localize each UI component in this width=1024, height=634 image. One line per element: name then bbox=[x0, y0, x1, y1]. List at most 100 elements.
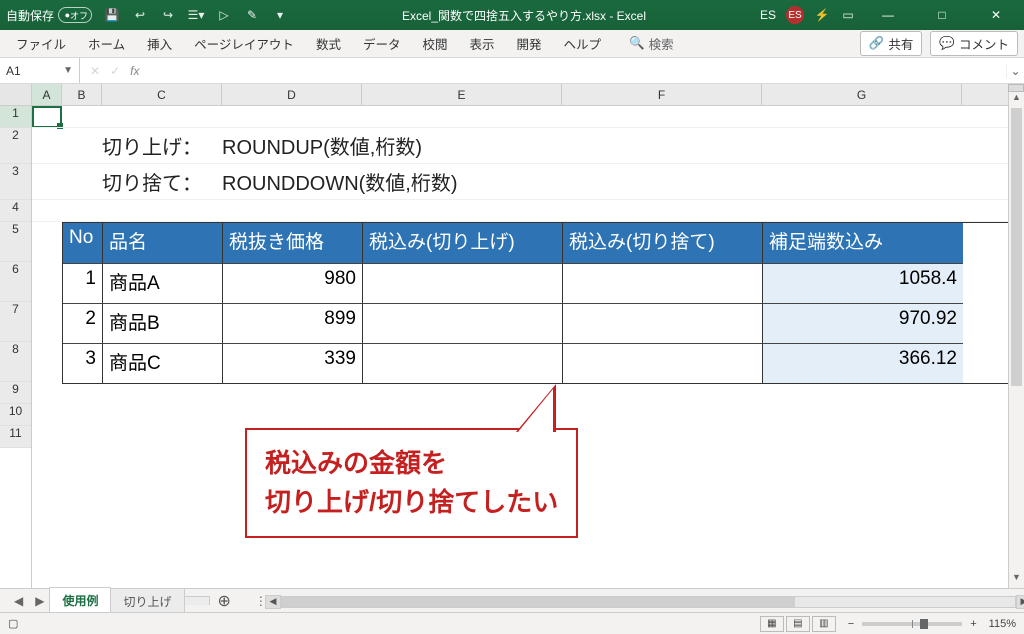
name-box[interactable]: A1 ▼ bbox=[0, 58, 80, 83]
user-avatar[interactable]: ES bbox=[786, 6, 804, 24]
tab-home[interactable]: ホーム bbox=[78, 30, 135, 57]
zoom-thumb[interactable] bbox=[920, 619, 928, 629]
hscroll-thumb[interactable] bbox=[282, 597, 795, 607]
vertical-scrollbar[interactable]: ▲ ▼ bbox=[1008, 84, 1024, 588]
table-header-row[interactable]: No 品名 税抜き価格 税込み(切り上げ) 税込み(切り捨て) 補足端数込み bbox=[63, 223, 1023, 263]
row-header-11[interactable]: 11 bbox=[0, 426, 31, 448]
row-header-10[interactable]: 10 bbox=[0, 404, 31, 426]
record-macro-icon[interactable]: ▢ bbox=[8, 617, 18, 630]
tab-data[interactable]: データ bbox=[353, 30, 411, 57]
horizontal-scrollbar[interactable]: ◀ ▶ bbox=[281, 594, 1016, 608]
col-header-D[interactable]: D bbox=[222, 84, 362, 106]
enter-icon[interactable]: ✓ bbox=[110, 64, 120, 78]
autosave-switch[interactable]: ● オフ bbox=[58, 7, 92, 23]
ribbon-display-icon[interactable]: ▭ bbox=[840, 7, 856, 23]
row-header-8[interactable]: 8 bbox=[0, 342, 31, 382]
row-1[interactable] bbox=[32, 106, 1024, 128]
sheet-nav-prev[interactable]: ◀ bbox=[8, 594, 29, 608]
tab-help[interactable]: ヘルプ bbox=[554, 30, 612, 57]
sheet-content: 切り上げ： ROUNDUP(数値,桁数) 切り捨て： ROUNDDOWN(数値,… bbox=[32, 106, 1024, 384]
row-header-3[interactable]: 3 bbox=[0, 164, 31, 200]
quick-access-toolbar: 💾 ↩ ↪ ☰▾ ▷ ✎ ▾ bbox=[104, 7, 288, 23]
chevron-down-icon[interactable]: ▼ bbox=[63, 65, 73, 76]
row-header-5[interactable]: 5 bbox=[0, 222, 31, 262]
row-header-1[interactable]: 1 bbox=[0, 106, 31, 128]
split-handle[interactable] bbox=[1008, 84, 1024, 92]
share-button[interactable]: 🔗 共有 bbox=[860, 31, 923, 56]
hscroll-right-button[interactable]: ▶ bbox=[1016, 595, 1024, 609]
table-row[interactable]: 2 商品B 899 970.92 bbox=[63, 303, 1023, 343]
tab-review[interactable]: 校閲 bbox=[412, 30, 457, 57]
zoom-in-button[interactable]: + bbox=[970, 618, 976, 630]
normal-view-button[interactable]: ▦ bbox=[760, 616, 784, 632]
cancel-icon[interactable]: ✕ bbox=[90, 64, 100, 78]
roundup-formula: ROUNDUP(数値,桁数) bbox=[222, 131, 422, 160]
col-header-E[interactable]: E bbox=[362, 84, 562, 106]
undo-icon[interactable]: ↩ bbox=[132, 7, 148, 23]
row-headers: 1 2 3 4 5 6 7 8 9 10 11 bbox=[0, 84, 32, 588]
maximize-button[interactable]: □ bbox=[920, 8, 964, 22]
zoom-level[interactable]: 115% bbox=[989, 618, 1016, 630]
cursor-icon[interactable]: ▷ bbox=[216, 7, 232, 23]
coming-soon-icon[interactable]: ⚡ bbox=[814, 7, 830, 23]
draw-icon[interactable]: ✎ bbox=[244, 7, 260, 23]
tab-page-layout[interactable]: ページレイアウト bbox=[184, 30, 304, 57]
column-headers: A B C D E F G bbox=[32, 84, 1024, 106]
row-header-2[interactable]: 2 bbox=[0, 128, 31, 164]
rounddown-label: 切り捨て： bbox=[102, 167, 222, 196]
col-header-G[interactable]: G bbox=[762, 84, 962, 106]
comment-button[interactable]: 💬 コメント bbox=[930, 31, 1018, 56]
add-sheet-button[interactable]: ⊕ bbox=[210, 591, 239, 611]
row-header-9[interactable]: 9 bbox=[0, 382, 31, 404]
page-break-view-button[interactable]: ▥ bbox=[812, 616, 836, 632]
tab-developer[interactable]: 開発 bbox=[507, 30, 552, 57]
select-all-triangle[interactable] bbox=[0, 84, 31, 106]
formula-input[interactable] bbox=[149, 58, 1006, 83]
table-row[interactable]: 3 商品C 339 366.12 bbox=[63, 343, 1023, 383]
table-row[interactable]: 1 商品A 980 1058.4 bbox=[63, 263, 1023, 303]
touch-mouse-mode-icon[interactable]: ☰▾ bbox=[188, 7, 204, 23]
col-header-C[interactable]: C bbox=[102, 84, 222, 106]
row-header-7[interactable]: 7 bbox=[0, 302, 31, 342]
redo-icon[interactable]: ↪ bbox=[160, 7, 176, 23]
row-4[interactable] bbox=[32, 200, 1024, 222]
scroll-thumb[interactable] bbox=[1011, 108, 1022, 386]
row-header-4[interactable]: 4 bbox=[0, 200, 31, 222]
callout-box: 税込みの金額を 切り上げ/切り捨てしたい bbox=[245, 428, 578, 538]
formula-expand-icon[interactable]: ⌄ bbox=[1006, 64, 1024, 78]
sheet-tab-partial[interactable] bbox=[184, 596, 210, 605]
col-header-A[interactable]: A bbox=[32, 84, 62, 106]
scroll-down-button[interactable]: ▼ bbox=[1009, 572, 1024, 588]
tab-file[interactable]: ファイル bbox=[6, 30, 76, 57]
tab-insert[interactable]: 挿入 bbox=[137, 30, 182, 57]
sheet-nav-next[interactable]: ▶ bbox=[29, 594, 50, 608]
hscroll-left-button[interactable]: ◀ bbox=[265, 595, 281, 609]
scroll-up-button[interactable]: ▲ bbox=[1009, 92, 1024, 108]
col-header-B[interactable]: B bbox=[62, 84, 102, 106]
formula-bar: A1 ▼ ✕ ✓ fx ⌄ bbox=[0, 58, 1024, 84]
search-box[interactable]: 🔍 検索 bbox=[629, 34, 674, 53]
sheet-tab-active[interactable]: 使用例 bbox=[49, 587, 111, 614]
qat-overflow-icon[interactable]: ▾ bbox=[272, 7, 288, 23]
zoom-slider[interactable] bbox=[862, 622, 962, 626]
minimize-button[interactable]: — bbox=[866, 8, 910, 22]
col-header-F[interactable]: F bbox=[562, 84, 762, 106]
callout-line1: 税込みの金額を bbox=[265, 444, 558, 483]
row-3[interactable]: 切り捨て： ROUNDDOWN(数値,桁数) bbox=[32, 164, 1024, 200]
sheet-tab[interactable]: 切り上げ bbox=[110, 588, 184, 614]
zoom-out-button[interactable]: − bbox=[848, 618, 854, 630]
row-2[interactable]: 切り上げ： ROUNDUP(数値,桁数) bbox=[32, 128, 1024, 164]
th-name: 品名 bbox=[103, 223, 223, 263]
scroll-track[interactable] bbox=[1009, 108, 1024, 572]
tab-view[interactable]: 表示 bbox=[459, 30, 504, 57]
autosave-toggle[interactable]: 自動保存 ● オフ bbox=[6, 7, 92, 24]
tab-formulas[interactable]: 数式 bbox=[306, 30, 351, 57]
fx-icon[interactable]: fx bbox=[130, 64, 139, 78]
save-icon[interactable]: 💾 bbox=[104, 7, 120, 23]
row-header-6[interactable]: 6 bbox=[0, 262, 31, 302]
close-button[interactable]: ✕ bbox=[974, 8, 1018, 22]
th-rounddown: 税込み(切り捨て) bbox=[563, 223, 763, 263]
page-layout-view-button[interactable]: ▤ bbox=[786, 616, 810, 632]
callout-line2: 切り上げ/切り捨てしたい bbox=[265, 483, 558, 522]
roundup-label: 切り上げ： bbox=[102, 131, 222, 160]
